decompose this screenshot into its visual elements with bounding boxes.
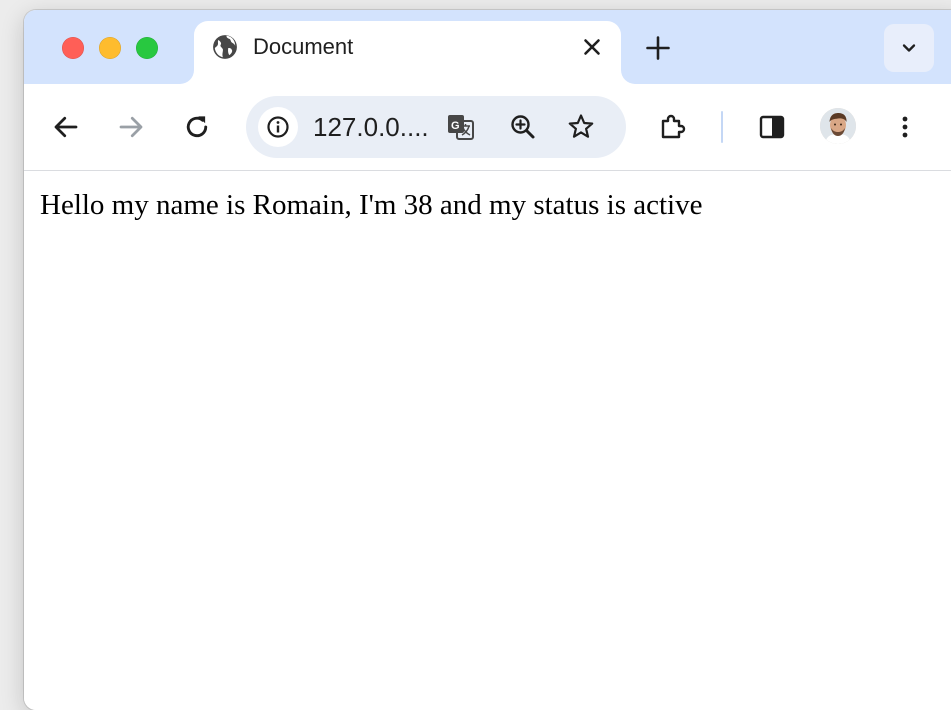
back-icon[interactable] [51,112,81,142]
info-icon [267,116,289,138]
tab-title: Document [253,34,354,59]
zoom-icon[interactable] [508,112,538,142]
more-menu-icon[interactable] [890,112,920,142]
svg-text:G: G [451,120,460,132]
extensions-icon[interactable] [658,112,688,142]
toolbar: 127.0.0.... G [24,84,951,171]
url-text: 127.0.0.... [313,112,429,142]
new-tab-icon[interactable] [644,34,672,62]
close-tab-icon[interactable] [580,35,604,59]
minimize-window-button[interactable] [99,37,121,59]
page-content: Hello my name is Romain, I'm 38 and my s… [24,171,951,710]
tab-search-button[interactable] [884,24,934,72]
zoom-window-button[interactable] [136,37,158,59]
bookmark-star-icon[interactable] [566,112,596,142]
toolbar-divider [721,111,723,143]
page-text: Hello my name is Romain, I'm 38 and my s… [40,189,703,221]
forward-icon[interactable] [116,112,146,142]
address-bar[interactable]: 127.0.0.... G [246,96,626,158]
close-window-button[interactable] [62,37,84,59]
profile-photo [820,108,856,144]
reload-icon[interactable] [182,112,212,142]
globe-icon [213,35,237,59]
site-info-button[interactable] [258,107,298,147]
side-panel-icon[interactable] [757,112,787,142]
tab-document[interactable]: Document [194,21,621,84]
translate-icon[interactable]: G [446,112,476,142]
chevron-down-icon [902,44,916,52]
tab-strip: Document [24,10,951,84]
profile-avatar[interactable] [820,108,856,144]
browser-window: Document 127.0.0.... G Hello my name is … [24,10,951,710]
